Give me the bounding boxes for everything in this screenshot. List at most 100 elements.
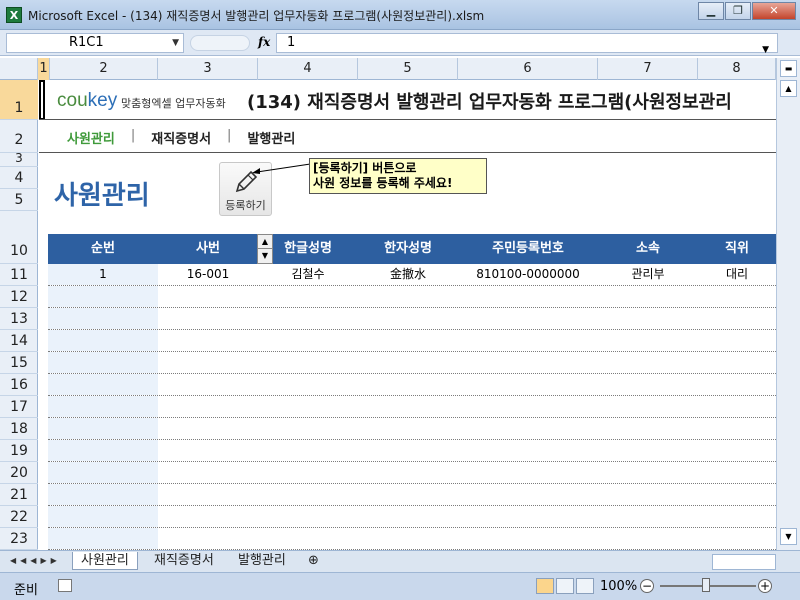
cell[interactable] [48,396,158,417]
tab-sheet-certificate[interactable]: 재직증명서 [146,552,222,570]
cell[interactable]: 金撤水 [358,264,458,285]
row-header[interactable]: 22 [0,506,38,528]
row-header[interactable]: 1 [0,80,38,120]
page-break-view-icon[interactable] [576,578,594,594]
cell[interactable] [48,352,158,373]
zoom-level[interactable]: 100% [600,579,637,594]
table-row[interactable] [48,506,776,528]
vertical-scrollbar[interactable]: ▬ ▲ ▼ [776,58,800,550]
column-header[interactable]: 3 [158,58,258,80]
column-title[interactable]: 한자성명 [358,234,458,264]
row-header[interactable]: 2 [0,120,38,153]
row-header[interactable]: 3 [0,152,38,167]
cell[interactable]: 16-001 [158,264,258,285]
worksheet[interactable]: coukey 맞춤형엑셀 업무자동화 (134) 재직증명서 발행관리 업무자동… [39,80,776,550]
column-title[interactable]: 한글성명 [258,234,358,264]
close-button[interactable]: ✕ [752,2,796,20]
tab-sheet-employees[interactable]: 사원관리 [72,552,138,570]
row-header[interactable]: 15 [0,352,38,374]
cell[interactable] [48,418,158,439]
column-header[interactable]: 5 [358,58,458,80]
column-header[interactable]: 2 [50,58,158,80]
cell[interactable]: 대리 [698,264,776,285]
column-title[interactable]: 직위 [698,234,776,264]
row-header[interactable]: 21 [0,484,38,506]
tab-sheet-issuance[interactable]: 발행관리 [230,552,294,570]
nav-item-certificate[interactable]: 재직증명서 [151,128,211,147]
restore-button[interactable]: ❐ [725,2,751,20]
expand-formula-icon[interactable]: ▼ [762,41,769,59]
table-row[interactable] [48,418,776,440]
column-header[interactable]: 8 [698,58,776,80]
minimize-button[interactable]: ▁ [698,2,724,20]
table-row[interactable] [48,396,776,418]
row-header[interactable]: 19 [0,440,38,462]
table-row[interactable] [48,462,776,484]
row-header[interactable]: 10 [0,211,38,264]
cell[interactable] [48,308,158,329]
cell[interactable] [48,528,158,549]
select-all-corner[interactable] [0,58,38,80]
table-row[interactable] [48,308,776,330]
column-title[interactable]: 소속 [598,234,698,264]
chevron-down-icon[interactable]: ▼ [172,34,179,52]
cell[interactable] [48,286,158,307]
normal-view-icon[interactable] [536,578,554,594]
split-handle-icon[interactable]: ▬ [780,60,797,77]
column-title[interactable]: 사번 [158,234,258,264]
cell[interactable]: 관리부 [598,264,698,285]
insert-function-icon[interactable]: fx [258,35,270,49]
table-row[interactable] [48,352,776,374]
column-title[interactable]: 주민등록번호 [458,234,598,264]
cell[interactable] [48,506,158,527]
name-box[interactable]: R1C1 ▼ [6,33,184,53]
row-header[interactable]: 20 [0,462,38,484]
zoom-in-icon[interactable]: + [758,579,772,593]
table-row[interactable] [48,330,776,352]
column-title[interactable]: 순번 [48,234,158,264]
cell[interactable] [48,484,158,505]
formula-resize-handle[interactable] [190,35,250,51]
cell[interactable] [48,440,158,461]
cell[interactable]: 김철수 [258,264,358,285]
cell[interactable]: 1 [48,264,158,285]
table-row[interactable] [48,528,776,550]
cell[interactable] [48,462,158,483]
row-header[interactable]: 12 [0,286,38,308]
spin-down-icon[interactable]: ▼ [258,249,272,263]
row-header[interactable]: 14 [0,330,38,352]
active-cell[interactable] [39,80,45,120]
table-row[interactable]: 1 16-001 김철수 金撤水 810100-0000000 관리부 대리 [48,264,776,286]
column-header[interactable]: 1 [38,58,50,80]
cell[interactable] [48,330,158,351]
table-row[interactable] [48,374,776,396]
macro-record-icon[interactable] [58,579,72,592]
column-header[interactable]: 4 [258,58,358,80]
column-header[interactable]: 6 [458,58,598,80]
new-sheet-icon[interactable]: ⊕ [300,552,327,570]
row-header[interactable]: 23 [0,528,38,550]
nav-item-issuance[interactable]: 발행관리 [247,128,295,147]
row-header[interactable]: 17 [0,396,38,418]
cell[interactable] [48,374,158,395]
row-header[interactable]: 13 [0,308,38,330]
table-row[interactable] [48,286,776,308]
tab-scroll-icons[interactable]: ◀◀◀▶▶ [10,556,61,565]
row-header[interactable]: 5 [0,189,38,211]
scroll-up-icon[interactable]: ▲ [780,80,797,97]
nav-item-employees[interactable]: 사원관리 [67,128,115,147]
horizontal-scrollbar[interactable] [712,554,776,570]
row-header[interactable]: 18 [0,418,38,440]
zoom-out-icon[interactable]: − [640,579,654,593]
excel-app-icon[interactable]: X [6,7,22,23]
scroll-down-icon[interactable]: ▼ [780,528,797,545]
row-header[interactable]: 16 [0,374,38,396]
row-header[interactable]: 4 [0,167,38,189]
formula-input[interactable]: 1 ▼ [276,33,778,55]
zoom-slider-thumb[interactable] [702,578,710,592]
sort-spinner[interactable]: ▲ ▼ [257,234,273,264]
cell[interactable]: 810100-0000000 [458,264,598,285]
column-header[interactable]: 7 [598,58,698,80]
page-layout-view-icon[interactable] [556,578,574,594]
row-header[interactable]: 11 [0,264,38,286]
